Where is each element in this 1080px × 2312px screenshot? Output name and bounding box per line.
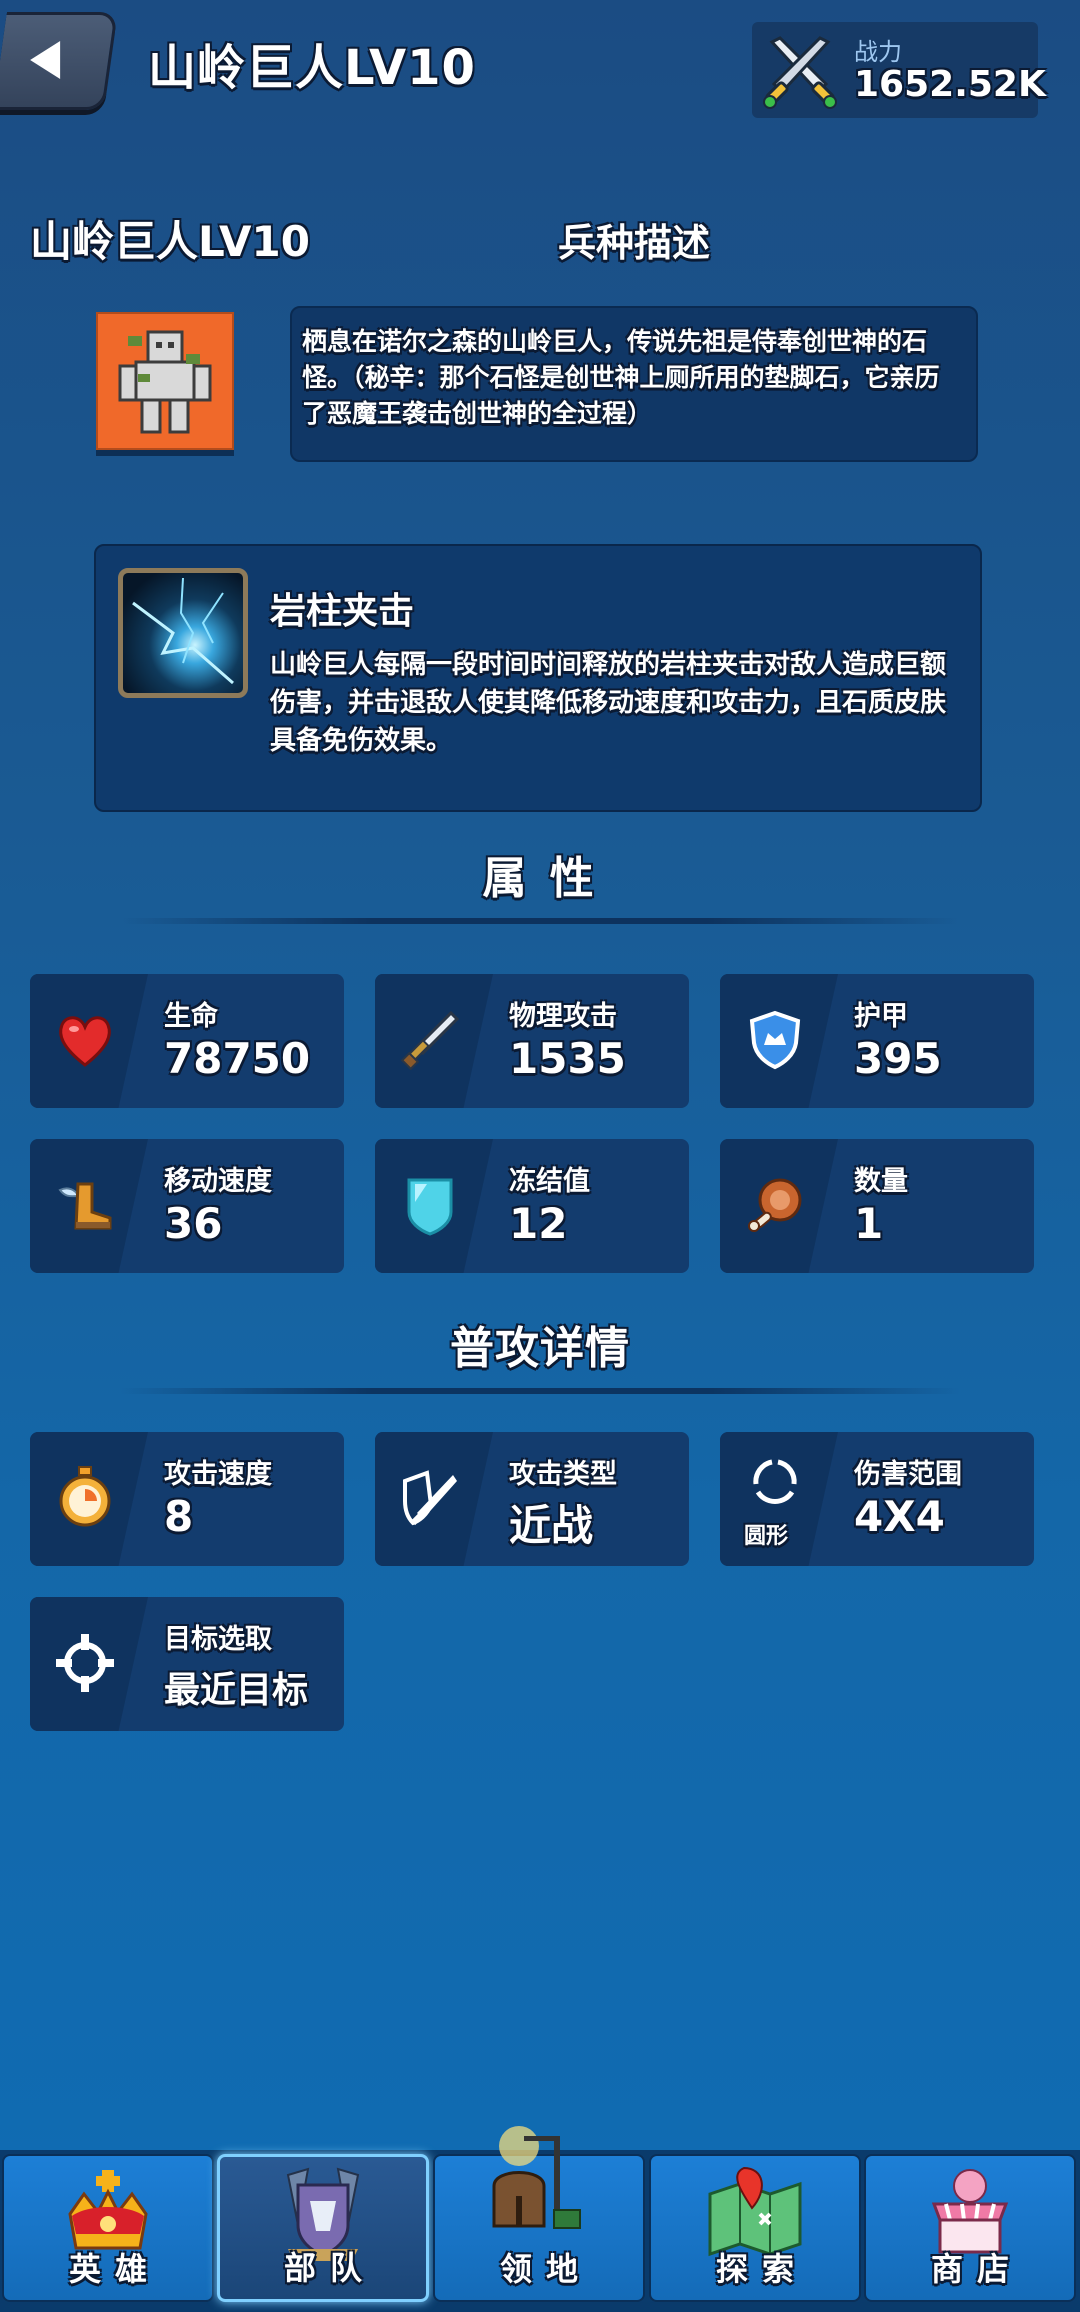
stat-value: 最近目标	[164, 1670, 309, 1711]
stone-giant-icon	[118, 330, 212, 434]
stat-value: 12	[509, 1199, 568, 1248]
nav-label: 商店	[930, 2250, 1023, 2288]
lightning-skill-icon[interactable]	[118, 568, 248, 698]
nav-heroes[interactable]: 英雄	[2, 2154, 214, 2302]
range-shape-caption: 圆形	[744, 1524, 789, 1549]
nav-troops[interactable]: 部队	[217, 2154, 429, 2302]
crosshair-icon	[56, 1634, 114, 1692]
description-heading: 兵种描述	[558, 221, 711, 265]
stat-label: 冻结值	[509, 1166, 590, 1197]
stat-value: 8	[164, 1492, 194, 1541]
meat-icon	[748, 1178, 802, 1232]
stat-label: 物理攻击	[509, 1001, 617, 1032]
nav-label: 探索	[715, 2250, 808, 2288]
stat-value: 4X4	[854, 1492, 945, 1541]
shield-icon	[749, 1010, 801, 1070]
back-arrow-icon	[30, 41, 61, 79]
nav-label: 英雄	[68, 2250, 161, 2288]
territory-icon	[492, 2126, 581, 2229]
attack-details-divider	[120, 1388, 960, 1394]
melee-icon	[403, 1470, 457, 1526]
page-title: 山岭巨人LV10	[148, 40, 476, 96]
back-button[interactable]	[0, 12, 118, 110]
stat-card-attack: 物理攻击 1535	[375, 974, 689, 1108]
attack-card-speed: 攻击速度 8	[30, 1432, 344, 1566]
nav-label: 领地	[499, 2250, 592, 2288]
stat-card-freeze: 冻结值 12	[375, 1139, 689, 1273]
stopwatch-icon	[59, 1466, 111, 1527]
stat-value: 1	[854, 1199, 884, 1248]
stat-label: 伤害范围	[854, 1459, 962, 1490]
stat-value: 395	[854, 1034, 942, 1083]
stat-card-hp: 生命 78750	[30, 974, 344, 1108]
stat-value: 78750	[164, 1034, 311, 1083]
stat-label: 数量	[854, 1166, 908, 1197]
crossed-swords-icon	[763, 36, 837, 109]
stat-label: 移动速度	[164, 1166, 272, 1197]
heart-icon	[59, 1016, 111, 1067]
combat-power-panel: 战力 1652.52K	[752, 22, 1046, 118]
skill-description: 山岭巨人每隔一段时间时间释放的岩柱夹击对敌人造成巨额伤害，并击退敌人使其降低移动…	[270, 650, 947, 756]
stat-label: 目标选取	[164, 1624, 272, 1655]
stat-value: 近战	[509, 1501, 594, 1550]
attack-card-range: 圆形 伤害范围 4X4	[720, 1432, 1034, 1566]
unit-portrait	[96, 312, 234, 450]
unit-description: 栖息在诺尔之森的山岭巨人，传说先祖是侍奉创世神的石怪。（秘辛：那个石怪是创世神上…	[290, 306, 978, 462]
power-label: 战力	[854, 38, 902, 66]
skill-panel: 岩柱夹击 山岭巨人每隔一段时间时间释放的岩柱夹击对敌人造成巨额伤害，并击退敌人使…	[94, 544, 982, 812]
stat-label: 攻击类型	[509, 1459, 617, 1490]
stat-value: 1535	[509, 1034, 626, 1083]
bottom-nav: 英雄 部队 领地 探索 商店	[0, 2126, 1080, 2312]
stat-card-armor: 护甲 395	[720, 974, 1034, 1108]
attack-details-title: 普攻详情	[450, 1323, 630, 1374]
skill-name: 岩柱夹击	[270, 591, 415, 632]
circle-range-icon	[753, 1459, 797, 1504]
unit-name: 山岭巨人LV10	[30, 217, 310, 266]
attributes-title: 属 性	[482, 853, 598, 904]
ice-shield-icon	[407, 1178, 453, 1236]
sword-icon	[400, 1010, 460, 1071]
stat-label: 攻击速度	[164, 1459, 272, 1490]
nav-shop[interactable]: 商店	[864, 2154, 1076, 2302]
attack-card-type: 攻击类型 近战	[375, 1432, 689, 1566]
attributes-divider	[120, 918, 960, 924]
nav-territory[interactable]: 领地	[433, 2126, 645, 2302]
power-value: 1652.52K	[854, 64, 1046, 105]
winged-boot-icon	[58, 1182, 112, 1230]
nav-explore[interactable]: 探索	[649, 2154, 861, 2302]
attack-card-target: 目标选取 最近目标	[30, 1597, 344, 1731]
stat-value: 36	[164, 1199, 223, 1248]
stat-card-move-speed: 移动速度 36	[30, 1139, 344, 1273]
stat-label: 护甲	[854, 1001, 908, 1032]
stat-label: 生命	[164, 1001, 218, 1032]
nav-label: 部队	[283, 2249, 376, 2287]
stat-card-count: 数量 1	[720, 1139, 1034, 1273]
